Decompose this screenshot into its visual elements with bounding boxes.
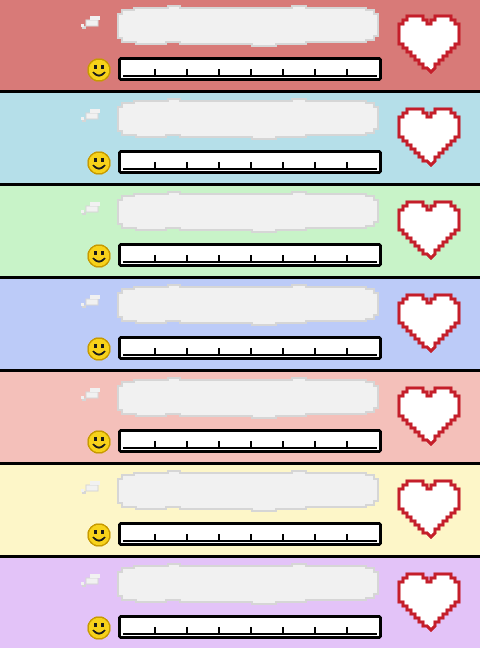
mood-meter-bar bbox=[118, 57, 382, 81]
heart-icon bbox=[397, 479, 461, 540]
smiley-face-icon bbox=[87, 523, 111, 547]
smiley-face-icon bbox=[87, 58, 111, 82]
mood-meter-bar bbox=[118, 150, 382, 174]
mood-icon bbox=[86, 521, 112, 549]
heart-icon bbox=[397, 200, 461, 261]
thought-bubble bbox=[76, 0, 388, 56]
heart-icon bbox=[397, 293, 461, 354]
mood-icon bbox=[86, 149, 112, 177]
smiley-face-icon bbox=[87, 430, 111, 454]
mood-meter-bar bbox=[118, 522, 382, 546]
mood-icon bbox=[86, 242, 112, 270]
thought-bubble-icon bbox=[81, 191, 379, 233]
pet-status-row bbox=[0, 186, 480, 276]
row-separator bbox=[0, 462, 480, 465]
pet-status-list bbox=[0, 0, 480, 648]
thought-bubble-icon bbox=[81, 563, 379, 605]
heart-icon bbox=[397, 386, 461, 447]
mood-meter-bar bbox=[118, 243, 382, 267]
row-separator bbox=[0, 183, 480, 186]
mood-meter bbox=[118, 243, 382, 267]
thought-bubble-icon bbox=[81, 284, 379, 326]
mood-meter-bar bbox=[118, 615, 382, 639]
smiley-face-icon bbox=[87, 244, 111, 268]
heart-button[interactable] bbox=[394, 289, 468, 357]
mood-icon bbox=[86, 614, 112, 642]
heart-icon bbox=[397, 572, 461, 633]
pet-status-row bbox=[0, 279, 480, 369]
thought-bubble bbox=[76, 279, 388, 335]
thought-bubble bbox=[76, 465, 388, 521]
thought-bubble-icon bbox=[81, 5, 379, 47]
mood-meter bbox=[118, 57, 382, 81]
row-separator bbox=[0, 276, 480, 279]
smiley-face-icon bbox=[87, 616, 111, 640]
row-separator bbox=[0, 90, 480, 93]
mood-meter bbox=[118, 150, 382, 174]
mood-meter-bar bbox=[118, 336, 382, 360]
heart-icon bbox=[397, 107, 461, 168]
pet-status-row bbox=[0, 558, 480, 648]
pet-status-row bbox=[0, 93, 480, 183]
pet-status-row bbox=[0, 372, 480, 462]
mood-meter bbox=[118, 522, 382, 546]
mood-meter bbox=[118, 429, 382, 453]
row-separator bbox=[0, 369, 480, 372]
heart-button[interactable] bbox=[394, 103, 468, 171]
heart-icon bbox=[397, 14, 461, 75]
smiley-face-icon bbox=[87, 151, 111, 175]
heart-button[interactable] bbox=[394, 568, 468, 636]
thought-bubble bbox=[76, 186, 388, 242]
pet-status-row bbox=[0, 0, 480, 90]
thought-bubble-icon bbox=[81, 377, 379, 419]
thought-bubble bbox=[76, 93, 388, 149]
smiley-face-icon bbox=[87, 337, 111, 361]
thought-bubble-icon bbox=[81, 98, 379, 140]
mood-icon bbox=[86, 56, 112, 84]
heart-button[interactable] bbox=[394, 10, 468, 78]
thought-bubble-icon bbox=[81, 470, 379, 512]
thought-bubble bbox=[76, 558, 388, 614]
mood-meter bbox=[118, 615, 382, 639]
mood-icon bbox=[86, 428, 112, 456]
heart-button[interactable] bbox=[394, 196, 468, 264]
row-separator bbox=[0, 555, 480, 558]
mood-meter-bar bbox=[118, 429, 382, 453]
heart-button[interactable] bbox=[394, 382, 468, 450]
heart-button[interactable] bbox=[394, 475, 468, 543]
pet-status-row bbox=[0, 465, 480, 555]
mood-meter bbox=[118, 336, 382, 360]
thought-bubble bbox=[76, 372, 388, 428]
mood-icon bbox=[86, 335, 112, 363]
